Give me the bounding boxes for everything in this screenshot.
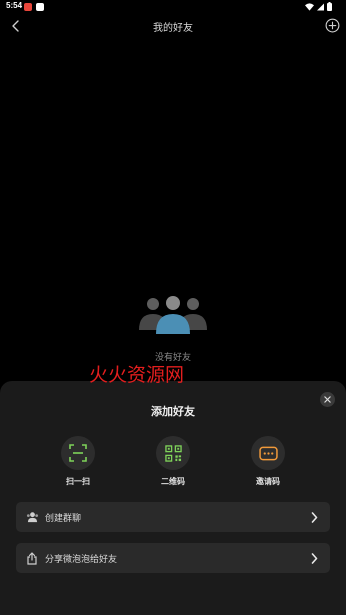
share-app-label: 分享微泡泡给好友 bbox=[45, 555, 118, 565]
add-friend-button[interactable] bbox=[324, 17, 340, 33]
scan-label: 扫一扫 bbox=[66, 477, 90, 486]
create-group-row[interactable]: 创建群聊 bbox=[16, 502, 330, 532]
battery-icon bbox=[327, 2, 332, 11]
status-bar: 5:54 bbox=[0, 0, 346, 14]
notification-app-icon-2 bbox=[36, 3, 44, 11]
group-icon bbox=[25, 510, 39, 524]
invite-code-action[interactable]: 邀请码 bbox=[238, 436, 298, 487]
chevron-right-icon bbox=[309, 551, 319, 565]
invite-code-button[interactable] bbox=[251, 436, 285, 470]
share-app-row[interactable]: 分享微泡泡给好友 bbox=[16, 543, 330, 573]
close-icon bbox=[324, 396, 331, 403]
qr-code-label: 二维码 bbox=[161, 477, 185, 486]
add-friend-sheet: 添加好友 扫一扫 二维码 邀请码 创建群聊 分享微泡泡给好友 bbox=[0, 381, 346, 615]
invite-code-icon bbox=[258, 446, 278, 460]
scan-icon bbox=[69, 444, 87, 462]
notification-app-icon bbox=[24, 3, 32, 11]
sheet-title: 添加好友 bbox=[151, 405, 195, 418]
scan-action[interactable]: 扫一扫 bbox=[48, 436, 108, 487]
share-icon bbox=[25, 551, 39, 565]
plus-circle-icon bbox=[325, 18, 339, 32]
signal-icon bbox=[317, 3, 324, 10]
empty-friends-illustration bbox=[136, 294, 210, 338]
qr-code-action[interactable]: 二维码 bbox=[143, 436, 203, 487]
page-title: 我的好友 bbox=[153, 23, 193, 34]
qr-code-button[interactable] bbox=[156, 436, 190, 470]
scan-button[interactable] bbox=[61, 436, 95, 470]
watermark-text: 火火资源网 bbox=[89, 364, 185, 386]
nav-bar: 我的好友 bbox=[0, 14, 346, 38]
wifi-icon bbox=[305, 2, 314, 11]
status-time: 5:54 bbox=[6, 1, 23, 10]
qr-code-icon bbox=[164, 444, 182, 462]
invite-code-label: 邀请码 bbox=[256, 477, 280, 486]
chevron-right-icon bbox=[309, 510, 319, 524]
status-indicators bbox=[305, 2, 332, 11]
create-group-label: 创建群聊 bbox=[45, 514, 82, 524]
